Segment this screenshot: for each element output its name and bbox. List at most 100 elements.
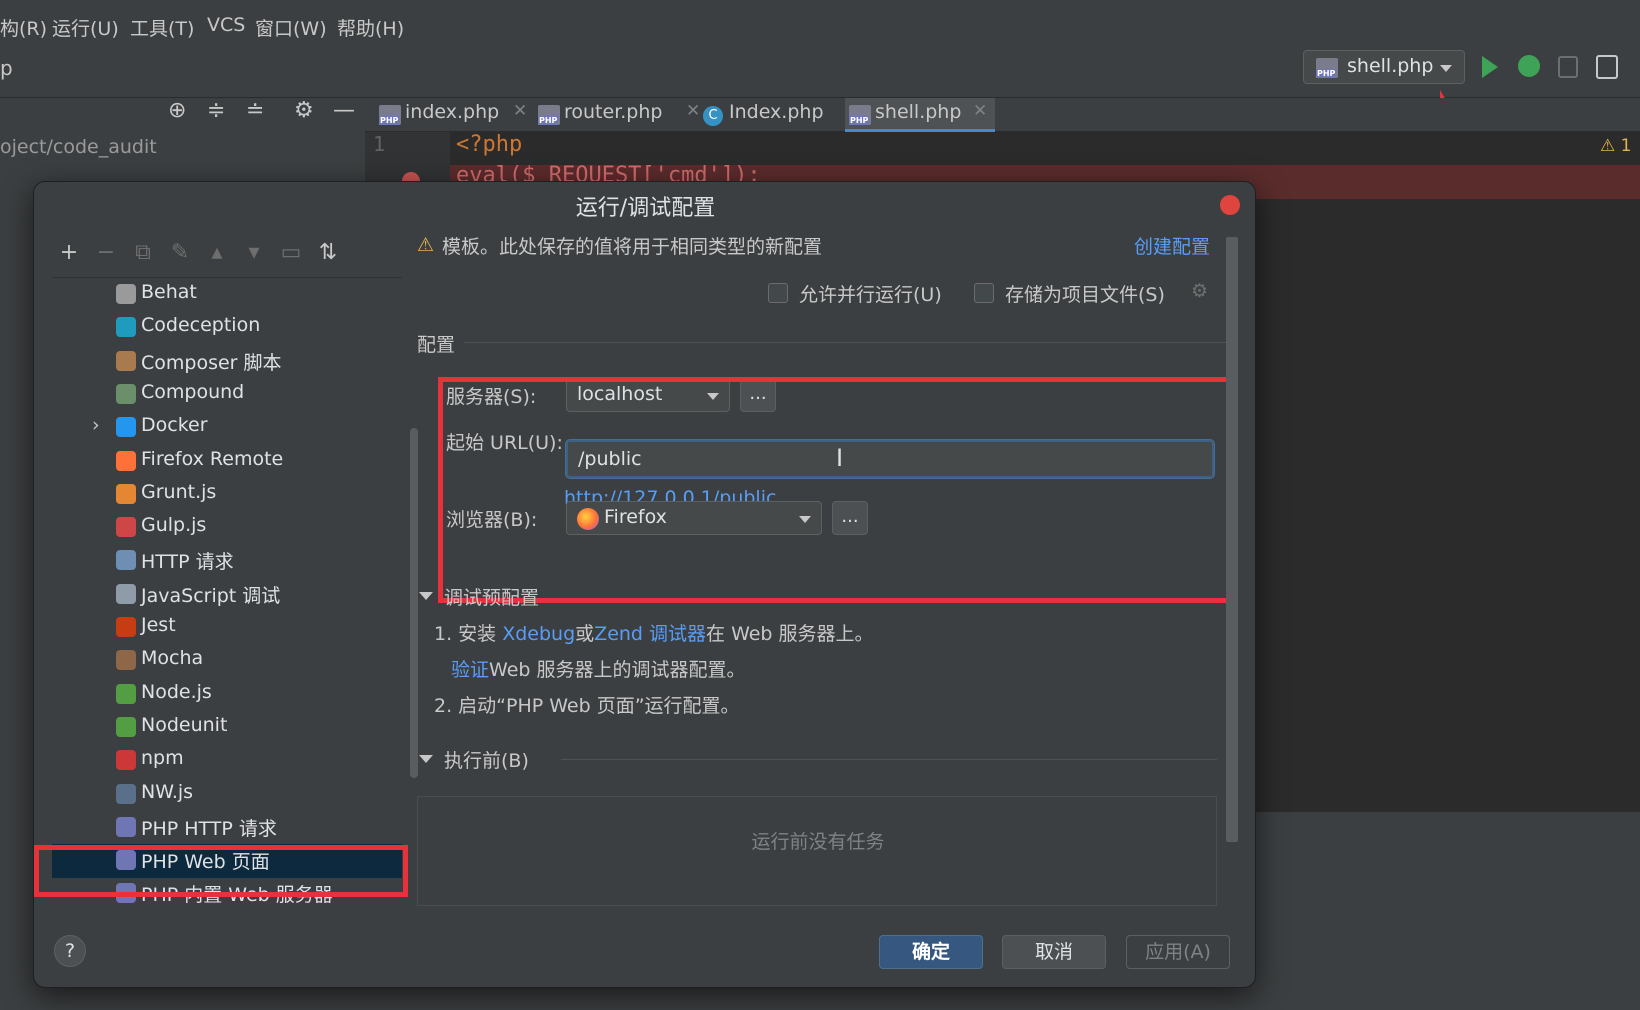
move-up-icon[interactable]: ▴ [204,240,230,265]
mocha-icon [116,650,136,671]
tree-item-nwjs[interactable]: NW.js [52,778,402,812]
tab-index-php[interactable]: index.php ✕ [377,98,527,132]
xdebug-link[interactable]: Xdebug [502,623,575,645]
tree-item-codeception[interactable]: Codeception [52,311,402,345]
chevron-down-icon[interactable] [419,755,433,763]
run-icon[interactable] [1482,56,1498,78]
tree-item-npm[interactable]: npm [52,744,402,778]
menu-tools[interactable]: 工具(T) [130,14,194,41]
php-file-icon [379,105,401,125]
debug-bug-icon[interactable] [1518,55,1540,77]
step-2: 2. 启动“PHP Web 页面”运行配置。 [434,695,740,717]
warning-icon: ⚠ [417,234,435,256]
tab-label: shell.php [875,101,962,123]
sort-icon[interactable]: ⇅ [315,240,341,265]
help-button[interactable]: ? [54,935,86,967]
expand-all-icon[interactable]: ≑ [207,98,225,123]
tab-router-php[interactable]: router.php ✕ [536,98,700,132]
before-launch-heading[interactable]: 执行前(B) [444,746,529,773]
step-1: 1. 安装 Xdebug或Zend 调试器在 Web 服务器上。 [434,619,874,646]
locate-icon[interactable]: ⊕ [168,98,186,123]
javascript-debug-icon [116,583,136,604]
nwjs-icon [116,783,136,804]
empty-task-text: 运行前没有任务 [751,831,885,853]
tree-item-php-http-request[interactable]: PHP HTTP 请求 [52,811,402,845]
tree-item-label: JavaScript 调试 [141,584,281,607]
tree-item-behat[interactable]: Behat [52,278,402,312]
profiler-icon[interactable] [1596,55,1618,79]
coverage-shield-icon[interactable] [1558,56,1578,78]
folder-icon[interactable]: ▭ [278,240,304,265]
close-icon[interactable]: ✕ [513,101,527,121]
step-text: 1. 安装 [434,623,503,645]
ok-button[interactable]: 确定 [879,935,983,969]
menu-help[interactable]: 帮助(H) [337,14,404,41]
tree-item-javascript-debug[interactable]: JavaScript 调试 [52,578,402,612]
warning-count: 1 [1620,136,1632,156]
chevron-down-icon [1440,65,1452,72]
chevron-down-icon[interactable] [419,592,433,600]
tree-item-jest[interactable]: Jest [52,611,402,645]
cancel-button[interactable]: 取消 [1002,935,1106,969]
tab-label: Index.php [729,101,824,123]
allow-parallel-checkbox[interactable] [768,283,788,303]
close-icon[interactable]: ✕ [973,101,987,121]
store-project-file-checkbox[interactable] [974,283,994,303]
tree-item-grunt[interactable]: Grunt.js [52,478,402,512]
minimize-icon[interactable]: — [333,98,355,123]
codeception-icon [116,317,136,338]
zend-debugger-link[interactable]: Zend 调试器 [594,623,706,645]
tree-item-compound[interactable]: Compound [52,378,402,412]
code-line[interactable]: <?php [456,132,522,157]
php-file-icon [849,105,871,125]
tab-index-class[interactable]: C Index.php ✕ [701,98,861,132]
tab-shell-php[interactable]: shell.php ✕ [845,98,995,132]
panel-scrollbar[interactable] [1226,237,1238,842]
config-section-heading: 配置 [417,334,456,356]
remove-icon[interactable]: − [93,240,119,265]
tab-label: index.php [405,101,500,123]
php-http-request-icon [116,816,136,837]
create-config-link[interactable]: 创建配置 [1134,232,1210,259]
project-path[interactable]: oject/code_audit [0,136,157,158]
debug-preconfig-heading[interactable]: 调试预配置 [444,583,539,610]
apply-button[interactable]: 应用(A) [1126,935,1230,969]
tree-item-http-request[interactable]: HTTP 请求 [52,544,402,578]
gear-icon[interactable]: ⚙ [1191,280,1208,302]
menu-window[interactable]: 窗口(W) [255,14,327,41]
move-down-icon[interactable]: ▾ [241,240,267,265]
tree-item-mocha[interactable]: Mocha [52,644,402,678]
tree-item-label: Node.js [141,680,212,703]
tree-item-label: Nodeunit [141,713,228,736]
tree-item-composer[interactable]: Composer 脚本 [52,345,402,379]
tree-item-docker[interactable]: › Docker [52,411,402,445]
menu-run[interactable]: 运行(U) [52,14,119,41]
menu-refactor[interactable]: 构(R) [0,14,47,41]
warning-indicator[interactable]: ⚠ 1 [1600,136,1631,156]
add-icon[interactable]: + [56,240,82,265]
wrench-icon[interactable]: ✎ [167,240,193,265]
tree-item-nodejs[interactable]: Node.js [52,678,402,712]
allow-parallel-label[interactable]: 允许并行运行(U) [799,280,942,307]
project-breadcrumb[interactable]: p [0,56,13,80]
before-launch-task-list[interactable]: 运行前没有任务 [417,796,1217,906]
close-icon[interactable] [1220,195,1240,215]
validate-link[interactable]: 验证 [451,659,489,681]
tree-item-label: Compound [141,380,245,403]
docker-icon [116,417,136,438]
close-icon[interactable]: ✕ [686,101,700,121]
config-type-tree: Behat Codeception Composer 脚本 Compound › Dock… [52,277,418,917]
chevron-right-icon[interactable]: › [92,414,100,436]
tree-scrollbar[interactable] [410,428,418,778]
tree-item-nodeunit[interactable]: Nodeunit [52,711,402,745]
gear-icon[interactable]: ⚙ [294,98,314,123]
collapse-all-icon[interactable]: ≐ [246,98,264,123]
run-config-selector[interactable]: shell.php [1303,50,1465,84]
tree-item-label: HTTP 请求 [141,551,234,574]
tree-item-gulp[interactable]: Gulp.js [52,511,402,545]
store-project-file-label[interactable]: 存储为项目文件(S) [1005,280,1165,307]
menu-vcs[interactable]: VCS [207,14,245,36]
php-file-icon [538,105,560,125]
tree-item-firefox[interactable]: Firefox Remote [52,445,402,479]
copy-icon[interactable]: ⧉ [130,240,156,265]
